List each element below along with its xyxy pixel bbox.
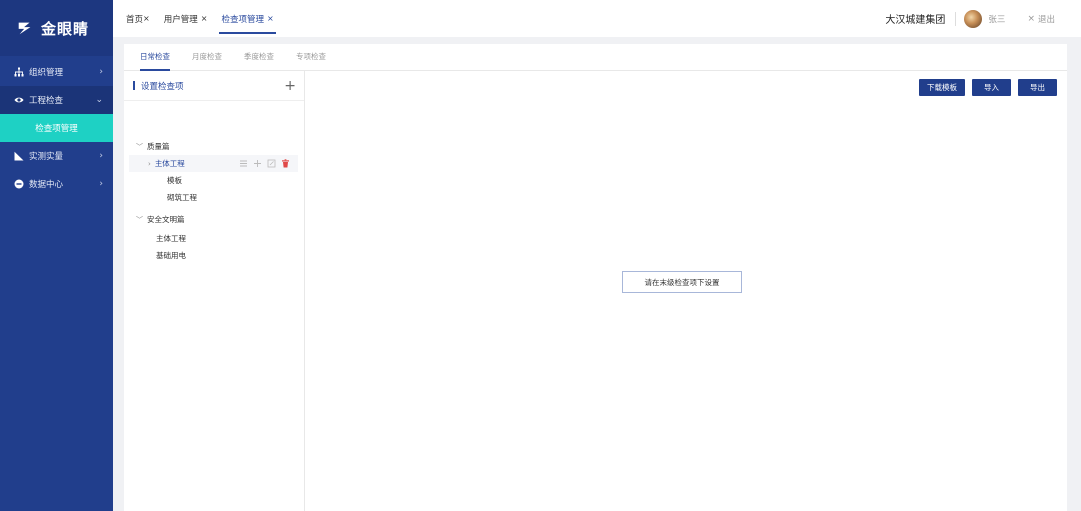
panel-title: 设置检查项 — [141, 81, 184, 92]
avatar[interactable] — [964, 9, 983, 28]
sidebar: 金眼睛 组织管理 › 工程检查 ⌄ 检查项管理 实测实量 › 数据中心 › — [0, 0, 113, 511]
sidebar-item-label: 工程检查 — [29, 96, 64, 106]
tree-node-label: 安全文明篇 — [147, 215, 185, 224]
chevron-right-icon: › — [99, 67, 103, 77]
sidebar-item-inspection[interactable]: 工程检查 ⌄ — [0, 86, 113, 114]
edit-icon[interactable] — [267, 159, 276, 168]
sidebar-item-org[interactable]: 组织管理 › — [0, 58, 113, 86]
check-item-detail-panel: 下载模板 导入 导出 请在末级检查项下设置 — [306, 71, 1067, 511]
plus-icon[interactable] — [253, 159, 262, 168]
tree-node-label: 基础用电 — [156, 251, 186, 260]
data-icon — [14, 179, 24, 189]
app-name: 金眼睛 — [41, 19, 90, 38]
tab-user-management[interactable]: 用户管理 × — [162, 0, 210, 37]
title-accent-bar — [133, 81, 135, 90]
tree-node[interactable]: 模板 — [167, 172, 182, 189]
add-icon[interactable]: + — [284, 79, 296, 93]
tree-node[interactable]: › 主体工程 — [148, 155, 185, 172]
chevron-right-icon[interactable]: › — [148, 160, 151, 168]
tree-node[interactable]: ﹀ 质量篇 — [136, 138, 170, 155]
sidebar-item-data-center[interactable]: 数据中心 › — [0, 170, 113, 198]
user-area: 大汉城建集团 张三 × 退出 — [885, 0, 1055, 37]
tab-label: 用户管理 — [163, 14, 198, 25]
company-name: 大汉城建集团 — [885, 15, 946, 26]
sidebar-item-label: 数据中心 — [29, 180, 64, 190]
chevron-right-icon: › — [99, 151, 103, 161]
tree-node-label: 砌筑工程 — [167, 193, 197, 202]
logout-button[interactable]: × 退出 — [1027, 13, 1055, 25]
sidebar-subitem-check-items[interactable]: 检查项管理 — [0, 114, 113, 142]
panel-header: 设置检查项 + — [124, 71, 304, 101]
logo-icon — [18, 22, 31, 35]
sidebar-item-label: 实测实量 — [29, 152, 64, 162]
check-item-tree-panel: 设置检查项 + ﹀ 质量篇 › 主体工程 模板 砌筑工程 ﹀ 安全文明篇 主体工… — [124, 71, 305, 511]
close-icon: × — [1027, 13, 1035, 24]
chevron-down-icon: ⌄ — [95, 95, 103, 105]
subtab-monthly[interactable]: 月度检查 — [192, 43, 222, 70]
eye-icon — [14, 95, 24, 105]
subtab-quarterly[interactable]: 季度检查 — [244, 43, 274, 70]
tree-node-label: 质量篇 — [147, 142, 170, 151]
subtab-bar: 日常检查 月度检查 季度检查 专项检查 — [124, 44, 1067, 71]
tab-label: 检查项管理 — [221, 14, 264, 25]
trash-icon[interactable] — [281, 159, 290, 168]
tree-node[interactable]: 主体工程 — [156, 230, 186, 247]
top-bar: 首页 × 用户管理 × 检查项管理 × 大汉城建集团 张三 × 退出 — [113, 0, 1081, 37]
tab-home[interactable]: 首页 × — [124, 0, 152, 37]
logo[interactable]: 金眼睛 — [0, 0, 113, 56]
toolbar: 下载模板 导入 导出 — [919, 79, 1057, 96]
tree-node-label: 主体工程 — [156, 234, 186, 243]
tab-check-item-management[interactable]: 检查项管理 × — [219, 0, 276, 37]
empty-state-hint: 请在末级检查项下设置 — [622, 271, 742, 293]
close-icon[interactable]: × — [201, 14, 208, 23]
chevron-down-icon[interactable]: ﹀ — [136, 142, 143, 152]
username[interactable]: 张三 — [988, 13, 1005, 25]
tree-node-label: 模板 — [167, 176, 182, 185]
org-chart-icon — [14, 67, 24, 77]
chevron-down-icon[interactable]: ﹀ — [136, 215, 143, 225]
subtab-special[interactable]: 专项检查 — [296, 43, 326, 70]
sidebar-item-label: 组织管理 — [29, 68, 64, 78]
tree-node[interactable]: 基础用电 — [156, 247, 186, 264]
main-panel: 日常检查 月度检查 季度检查 专项检查 设置检查项 + ﹀ 质量篇 › 主体工程 — [124, 44, 1067, 511]
list-icon[interactable] — [239, 159, 248, 168]
subtab-daily[interactable]: 日常检查 — [140, 43, 170, 71]
tree-node-label: 主体工程 — [154, 159, 185, 168]
tree-node[interactable]: ﹀ 安全文明篇 — [136, 211, 185, 228]
close-icon[interactable]: × — [143, 14, 150, 23]
logout-label: 退出 — [1037, 14, 1055, 25]
download-template-button[interactable]: 下载模板 — [919, 79, 965, 96]
import-button[interactable]: 导入 — [972, 79, 1011, 96]
sidebar-item-measure[interactable]: 实测实量 › — [0, 142, 113, 170]
divider — [955, 11, 957, 26]
export-button[interactable]: 导出 — [1018, 79, 1057, 96]
chevron-right-icon: › — [99, 179, 103, 189]
ruler-icon — [14, 151, 24, 161]
row-actions — [239, 159, 290, 168]
sidebar-menu: 组织管理 › 工程检查 ⌄ 检查项管理 实测实量 › 数据中心 › — [0, 56, 113, 198]
tab-label: 首页 — [126, 14, 144, 25]
close-icon[interactable]: × — [267, 14, 274, 23]
tree-node[interactable]: 砌筑工程 — [167, 189, 197, 206]
